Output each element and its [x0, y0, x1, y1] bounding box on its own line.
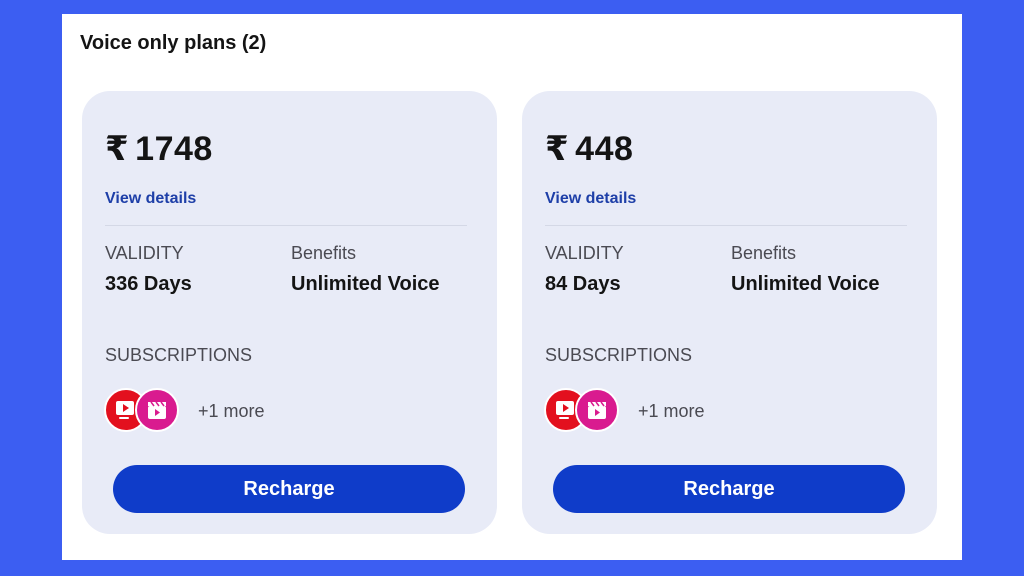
currency-symbol: ₹: [105, 130, 130, 168]
price-amount: 1748: [135, 130, 213, 168]
more-subscriptions[interactable]: +1 more: [638, 401, 705, 422]
divider: [545, 225, 907, 226]
benefits-value: Unlimited Voice: [291, 273, 440, 295]
plan-card: ₹448 View details VALIDITY 84 Days Benef…: [522, 91, 937, 534]
price-amount: 448: [575, 130, 634, 168]
benefits-label: Benefits: [731, 243, 797, 263]
recharge-button[interactable]: Recharge: [113, 465, 465, 513]
validity-value: 336 Days: [105, 273, 192, 295]
view-details-link[interactable]: View details: [105, 190, 196, 208]
more-subscriptions[interactable]: +1 more: [198, 401, 265, 422]
section-title: Voice only plans (2): [80, 32, 267, 54]
validity-label: VALIDITY: [105, 243, 184, 263]
divider: [105, 225, 467, 226]
plans-panel: Voice only plans (2) ₹1748 View details …: [62, 14, 962, 560]
movie-clapper-icon: [135, 388, 179, 432]
recharge-button[interactable]: Recharge: [553, 465, 905, 513]
validity-value: 84 Days: [545, 273, 621, 295]
validity-label: VALIDITY: [545, 243, 624, 263]
plan-price: ₹1748: [105, 129, 213, 169]
currency-symbol: ₹: [545, 130, 570, 168]
plan-card: ₹1748 View details VALIDITY 336 Days Ben…: [82, 91, 497, 534]
plan-price: ₹448: [545, 129, 633, 169]
movie-clapper-icon: [575, 388, 619, 432]
subscriptions-label: SUBSCRIPTIONS: [545, 345, 693, 365]
subscriptions-label: SUBSCRIPTIONS: [105, 345, 253, 365]
benefits-value: Unlimited Voice: [731, 273, 880, 295]
view-details-link[interactable]: View details: [545, 190, 636, 208]
benefits-label: Benefits: [291, 243, 357, 263]
